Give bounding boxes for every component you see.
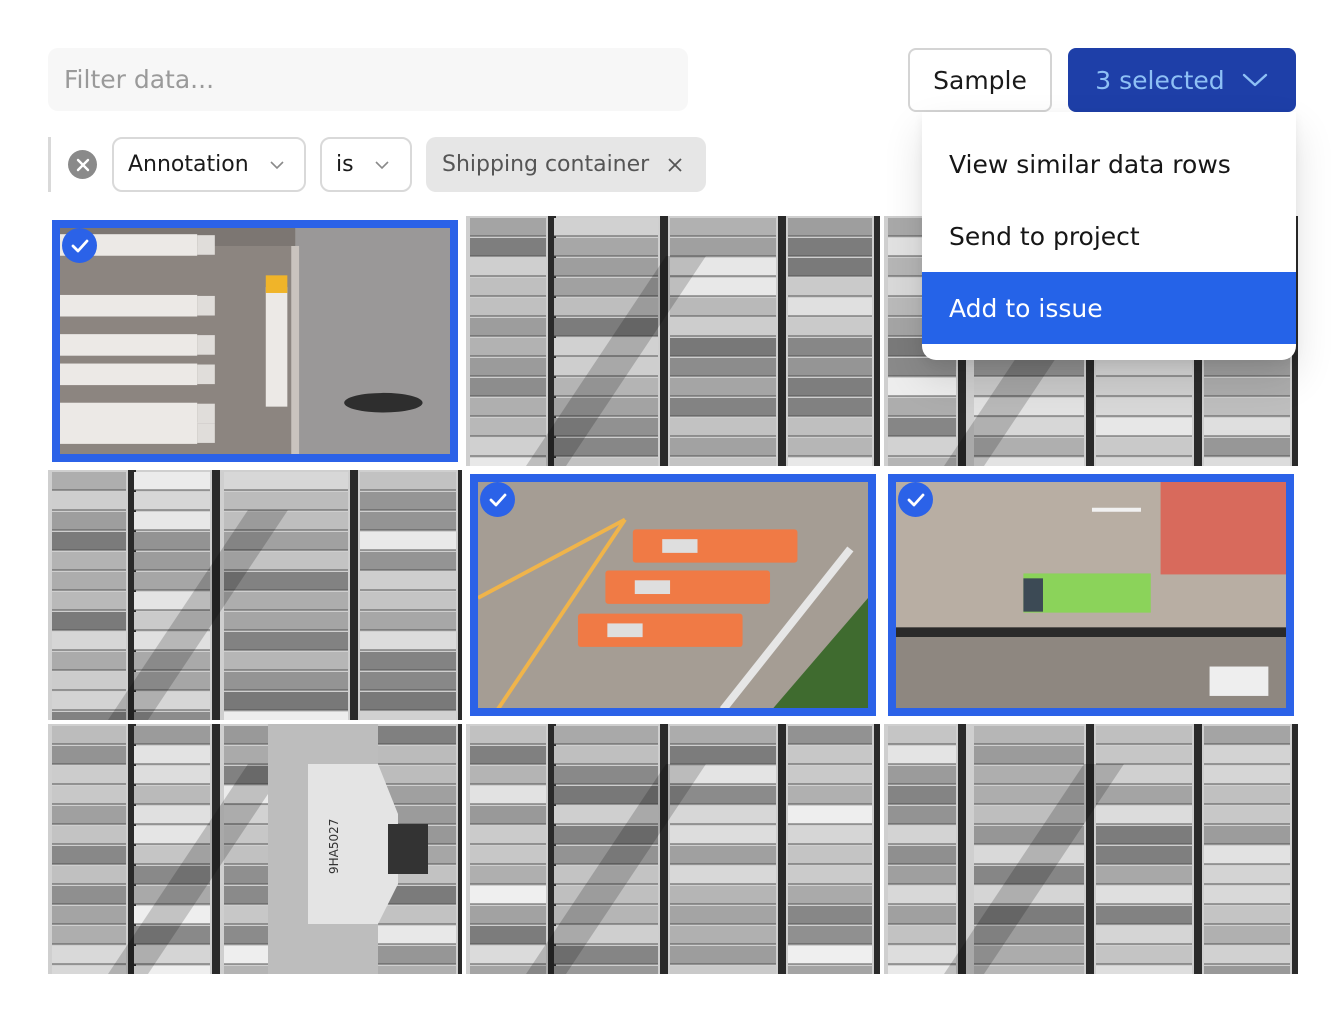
selection-actions-button[interactable]: 3 selected — [1068, 48, 1296, 112]
filter-field-select[interactable]: Annotation — [112, 137, 306, 192]
filter-operator-select[interactable]: is — [320, 137, 412, 192]
menu-item-send-to-project[interactable]: Send to project — [922, 200, 1296, 272]
data-row-tile[interactable] — [466, 216, 880, 466]
selection-actions-menu: View similar data rows Send to project A… — [922, 112, 1296, 360]
menu-item-add-to-issue[interactable]: Add to issue — [922, 272, 1296, 344]
remove-value-button[interactable] — [667, 157, 683, 173]
menu-item-label: Send to project — [949, 221, 1140, 251]
data-row-thumbnail — [896, 482, 1286, 708]
data-row-tile[interactable]: 9HA5027 — [48, 724, 462, 974]
data-row-tile[interactable] — [884, 724, 1298, 974]
selection-frame — [52, 220, 458, 462]
data-row-tile[interactable] — [466, 470, 880, 720]
chevron-down-icon — [1242, 73, 1267, 87]
data-row-thumbnail — [466, 724, 880, 974]
filter-data-input[interactable] — [48, 48, 688, 111]
chevron-down-icon — [375, 160, 389, 169]
menu-item-label: View similar data rows — [949, 149, 1231, 179]
data-row-tile[interactable] — [48, 216, 462, 466]
svg-text:9HA5027: 9HA5027 — [327, 819, 341, 874]
close-icon — [76, 158, 89, 171]
data-row-tile[interactable] — [48, 470, 462, 720]
data-row-tile[interactable] — [884, 470, 1298, 720]
selection-frame — [888, 474, 1294, 716]
filter-field-value: Annotation — [128, 152, 249, 177]
data-row-thumbnail — [478, 482, 868, 708]
chevron-down-icon — [270, 160, 284, 169]
data-row-thumbnail — [60, 228, 450, 454]
data-row-thumbnail — [884, 724, 1298, 974]
data-row-thumbnail: 9HA5027 — [48, 724, 462, 974]
filter-value-chip: Shipping container — [426, 137, 706, 192]
filter-value-label: Shipping container — [442, 152, 650, 177]
checkmark-icon[interactable] — [62, 228, 97, 263]
selection-frame — [470, 474, 876, 716]
data-row-thumbnail — [48, 470, 462, 720]
selection-count-label: 3 selected — [1095, 65, 1225, 95]
menu-item-label: Add to issue — [949, 293, 1103, 323]
checkmark-icon[interactable] — [480, 482, 515, 517]
data-row-tile[interactable] — [466, 724, 880, 974]
filter-row-divider — [48, 137, 51, 192]
menu-item-view-similar[interactable]: View similar data rows — [922, 128, 1296, 200]
sample-button[interactable]: Sample — [908, 48, 1052, 112]
filter-operator-value: is — [336, 152, 354, 177]
sample-button-label: Sample — [933, 65, 1027, 95]
data-row-thumbnail — [466, 216, 880, 466]
close-icon — [668, 157, 682, 172]
checkmark-icon[interactable] — [898, 482, 933, 517]
remove-filter-button[interactable] — [68, 150, 97, 179]
